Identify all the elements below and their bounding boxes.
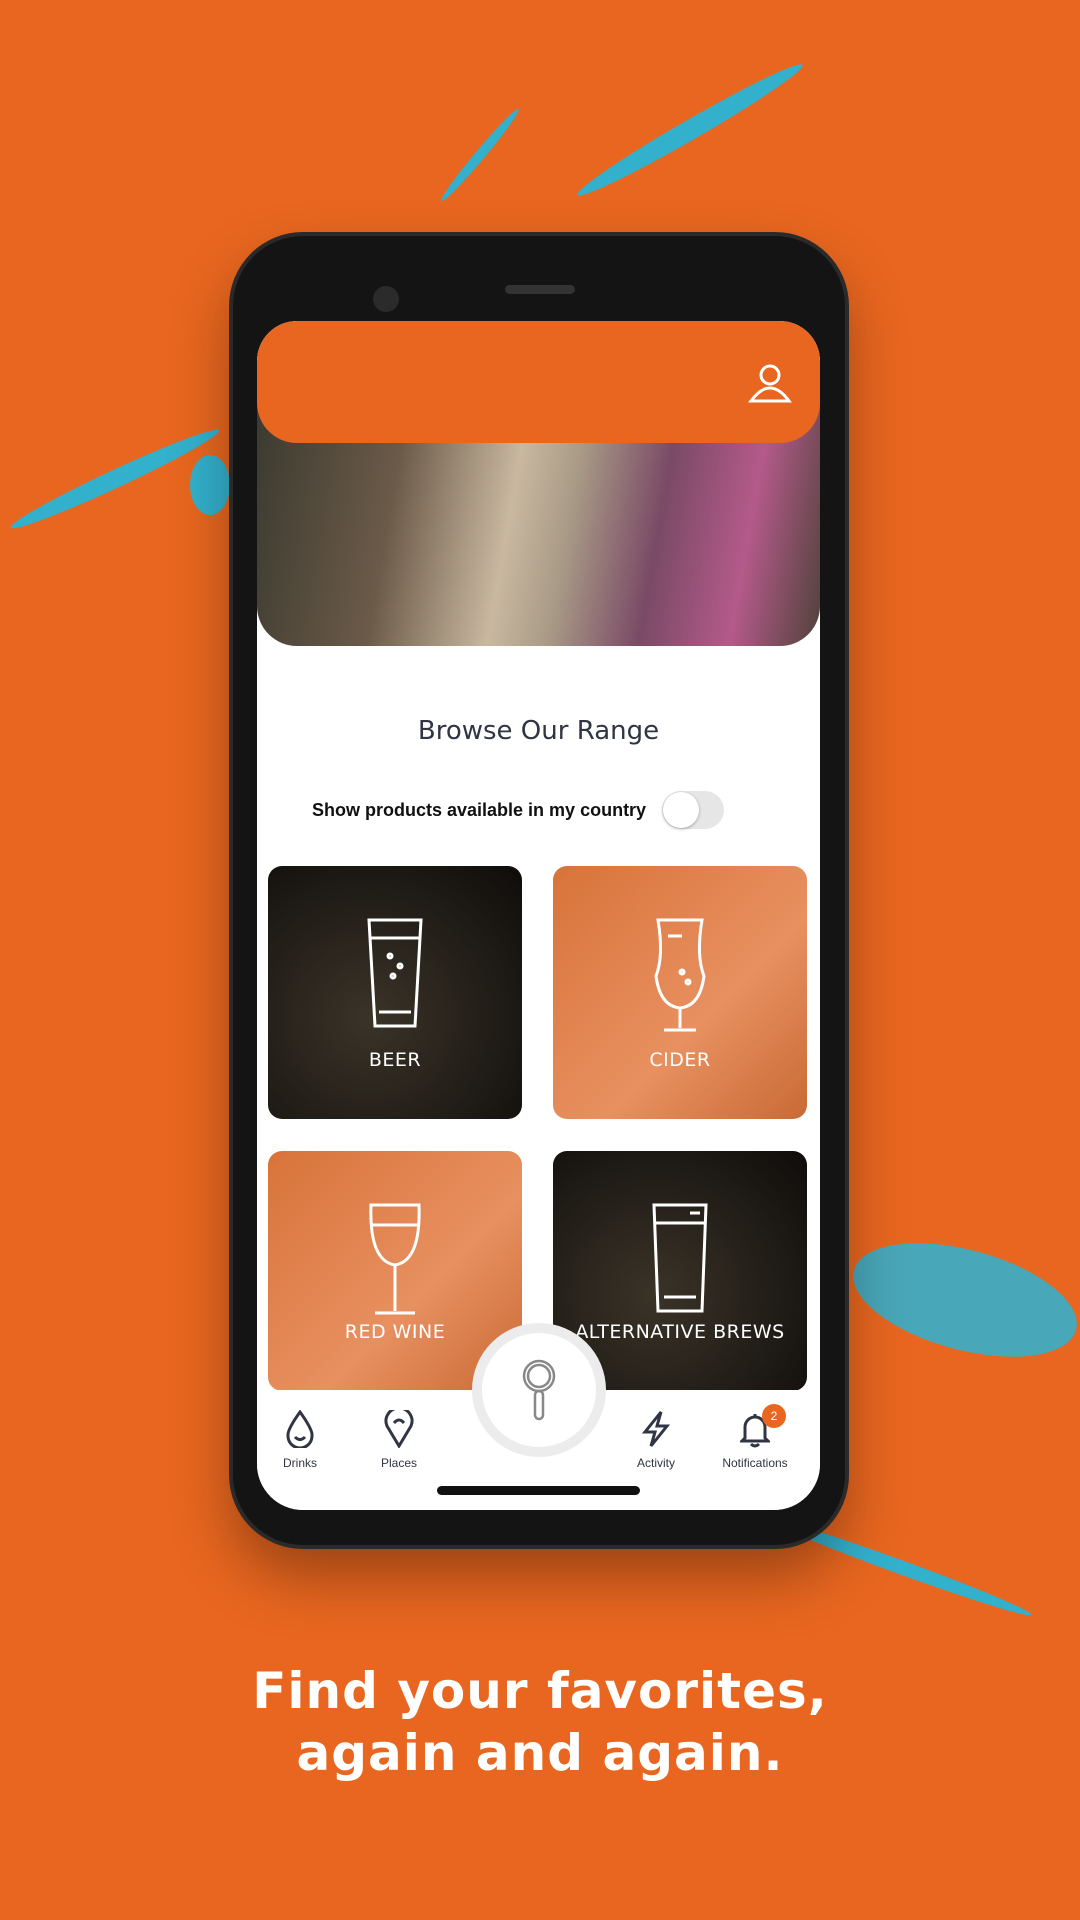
home-indicator[interactable] (437, 1486, 640, 1495)
country-filter-toggle[interactable] (662, 791, 725, 829)
search-button[interactable] (482, 1333, 596, 1447)
cider-glass-icon (654, 918, 706, 1032)
pint-glass-icon (652, 1203, 708, 1313)
beer-glass-icon (367, 918, 423, 1028)
nav-places[interactable]: Places (344, 1410, 454, 1470)
country-filter-row: Show products available in my country (312, 791, 725, 829)
marketing-caption: Find your favorites, again and again. (252, 1662, 828, 1782)
category-red-wine[interactable]: RED WINE (268, 1151, 522, 1391)
nav-notifications[interactable]: Notifications 2 (700, 1404, 810, 1470)
phone-frame: Browse Our Range Show products available… (233, 236, 845, 1545)
category-alternative-brews[interactable]: ALTERNATIVE BREWS (553, 1151, 807, 1391)
search-icon (522, 1359, 556, 1421)
nav-activity[interactable]: Activity (601, 1410, 711, 1470)
category-label: CIDER (649, 1049, 711, 1071)
camera (373, 286, 399, 312)
nav-drinks[interactable]: Drinks (257, 1410, 355, 1470)
page-title: Browse Our Range (417, 716, 660, 746)
wine-glass-icon (369, 1203, 421, 1315)
category-cider[interactable]: CIDER (553, 866, 807, 1119)
notification-badge: 2 (762, 1404, 786, 1428)
app-header (257, 321, 820, 443)
toggle-label: Show products available in my country (312, 799, 647, 820)
category-label: RED WINE (344, 1321, 446, 1343)
drop-icon (286, 1410, 314, 1448)
map-pin-icon (384, 1410, 414, 1448)
category-label: ALTERNATIVE BREWS (575, 1321, 785, 1343)
category-label: BEER (368, 1049, 422, 1071)
category-beer[interactable]: BEER (268, 866, 522, 1119)
user-icon[interactable] (748, 361, 792, 405)
lightning-icon (641, 1411, 671, 1447)
speaker (505, 285, 575, 294)
app-screen: Browse Our Range Show products available… (257, 321, 820, 1510)
